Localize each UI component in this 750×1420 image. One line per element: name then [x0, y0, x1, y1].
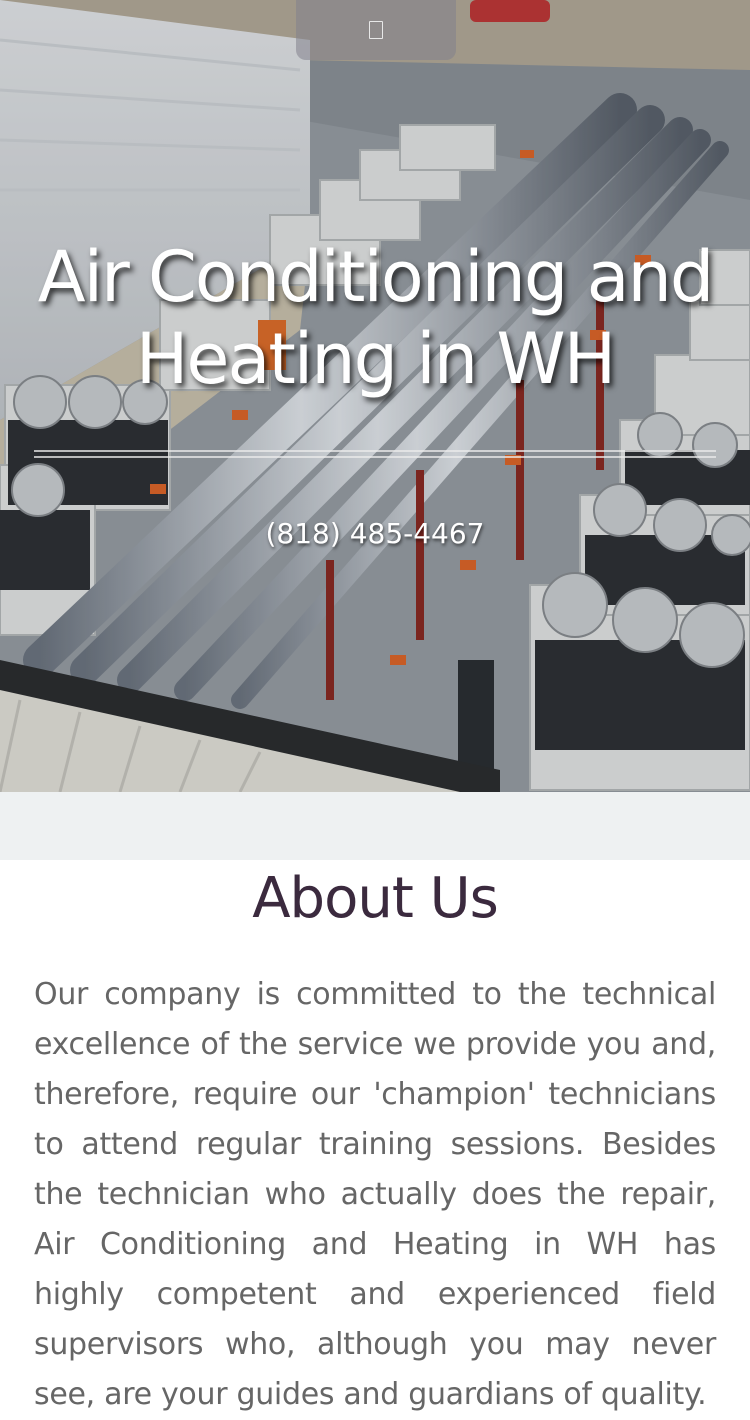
menu-button[interactable] — [296, 0, 456, 60]
section-spacer — [0, 792, 750, 860]
hero-title: Air Conditioning and Heating in WH — [37, 236, 715, 400]
about-heading: About Us — [252, 866, 499, 931]
menu-icon — [369, 21, 383, 39]
hero-divider — [34, 450, 716, 458]
phone-link[interactable]: (818) 485-4467 — [0, 514, 750, 554]
about-section: About Us Our company is committed to the… — [0, 866, 750, 1420]
about-body-text: Our company is committed to the technica… — [34, 977, 716, 1412]
hero-section: Air Conditioning and Heating in WH (818)… — [0, 0, 750, 792]
